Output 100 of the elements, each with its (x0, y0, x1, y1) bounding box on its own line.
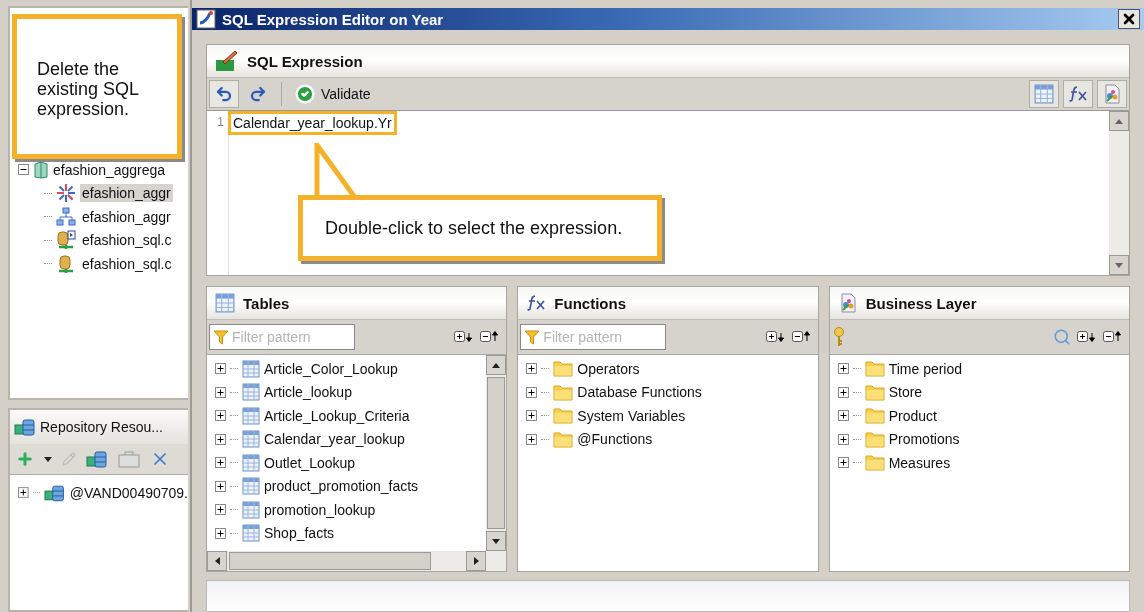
horizontal-scrollbar[interactable] (207, 551, 507, 571)
tree-item[interactable]: Time period (888, 360, 963, 377)
validate-button[interactable]: Validate (290, 80, 376, 108)
tree-item[interactable]: Operators (577, 360, 640, 377)
expand-icon[interactable] (215, 480, 226, 492)
tree-item[interactable]: efashion_aggr (80, 207, 173, 226)
tree-item[interactable]: Outlet_Lookup (264, 454, 356, 471)
tree-item[interactable]: Store (888, 384, 923, 401)
collapse-all-icon[interactable] (480, 331, 501, 343)
table-icon (242, 477, 260, 496)
folder-icon (864, 407, 885, 425)
arrow-right-icon[interactable] (473, 557, 479, 565)
fx-icon (1068, 86, 1088, 102)
table-icon (242, 453, 260, 472)
expand-icon[interactable] (18, 487, 29, 499)
callout-text: Double-click to select the expression. (325, 217, 623, 239)
expand-icon[interactable] (215, 527, 226, 539)
tree-item[interactable]: promotion_lookup (264, 501, 376, 518)
panel-title: SQL Expression (247, 52, 363, 70)
filter-field[interactable]: Filter pattern (520, 324, 667, 350)
tree-item[interactable]: Product (888, 407, 937, 424)
folder-icon (864, 430, 885, 448)
arrow-up-icon[interactable] (492, 362, 501, 368)
project-icon (33, 160, 49, 179)
arrow-left-icon[interactable] (214, 557, 220, 565)
expand-all-icon[interactable] (1077, 331, 1097, 343)
tree-item[interactable]: efashion_sql.c (80, 231, 174, 250)
expand-icon[interactable] (837, 410, 849, 422)
tables-toggle-button[interactable] (1029, 80, 1059, 108)
folder-icon (864, 383, 885, 401)
table-icon (242, 406, 260, 425)
tree-item[interactable]: Measures (888, 454, 951, 471)
panel-title: Tables (243, 294, 290, 312)
tree-item[interactable]: efashion_aggrega (53, 161, 166, 178)
collapse-all-icon[interactable] (1103, 331, 1123, 343)
business-layer-icon (1102, 84, 1122, 104)
tree-item[interactable]: efashion_aggr (80, 184, 173, 203)
folder-icon (864, 360, 885, 378)
repository-icon (44, 483, 66, 502)
expand-all-icon[interactable] (765, 331, 786, 343)
table-icon (242, 359, 260, 378)
database-icon (56, 253, 76, 274)
table-icon (242, 500, 260, 519)
folder-icon (553, 407, 574, 425)
table-icon (242, 430, 260, 449)
filter-icon (524, 329, 541, 345)
functions-toggle-button[interactable] (1063, 80, 1093, 108)
folder-icon (553, 360, 574, 378)
code-text[interactable]: Calendar_year_lookup.Yr (231, 114, 394, 132)
repository-icon (86, 450, 108, 468)
filter-field[interactable]: Filter pattern (209, 324, 355, 350)
arrow-down-icon[interactable] (492, 538, 501, 544)
expand-icon[interactable] (837, 386, 849, 398)
tree-item[interactable]: product_promotion_facts (264, 478, 419, 495)
tree-item[interactable]: Article_lookup (264, 384, 352, 401)
star-burst-icon (56, 183, 76, 204)
repository-icon (14, 418, 36, 436)
expand-icon[interactable] (837, 433, 849, 445)
expand-icon[interactable] (526, 386, 538, 398)
expand-icon[interactable] (526, 410, 538, 422)
expand-icon[interactable] (837, 363, 849, 375)
line-number: 1 (216, 115, 224, 129)
expand-icon[interactable] (215, 504, 226, 516)
tree-item[interactable]: Shop_facts (264, 525, 335, 542)
expand-icon[interactable] (526, 363, 538, 375)
dropdown-caret-icon[interactable] (44, 456, 52, 462)
undo-button[interactable] (209, 80, 239, 108)
tree-item[interactable]: Article_Color_Lookup (264, 360, 398, 377)
scrollbar[interactable] (486, 355, 507, 551)
expand-icon[interactable] (215, 433, 226, 445)
expand-all-icon[interactable] (454, 331, 475, 343)
tree-item[interactable]: Article_Lookup_Criteria (264, 407, 410, 424)
tree-item[interactable]: Calendar_year_lookup (264, 431, 405, 448)
tree-item[interactable]: System Variables (577, 407, 686, 424)
check-icon[interactable] (295, 84, 315, 104)
expand-icon[interactable] (526, 433, 538, 445)
panel-title: Repository Resou... (40, 419, 163, 435)
expand-icon[interactable] (215, 457, 226, 469)
folder-icon (864, 454, 885, 472)
tree-item[interactable]: Database Functions (577, 384, 702, 401)
table-icon (242, 524, 260, 543)
tree-item[interactable]: @VAND00490709. (69, 484, 188, 501)
expand-icon[interactable] (215, 363, 226, 375)
table-icon (242, 383, 260, 402)
tree-item[interactable]: efashion_sql.c (80, 254, 174, 273)
folder-icon (553, 383, 574, 401)
panel-title: Business Layer (865, 294, 977, 312)
tree-item[interactable]: @Functions (577, 431, 653, 448)
table-icon (1034, 84, 1054, 104)
fx-icon (526, 295, 547, 311)
tree-item[interactable]: Promotions (888, 431, 960, 448)
business-layer-toggle-button[interactable] (1097, 80, 1127, 108)
expand-icon[interactable] (837, 457, 849, 469)
expand-icon[interactable] (215, 410, 226, 422)
collapse-all-icon[interactable] (791, 331, 812, 343)
redo-icon[interactable] (249, 85, 267, 103)
window-title: SQL Expression Editor on Year (222, 10, 444, 28)
undo-icon[interactable] (215, 85, 233, 103)
collapse-icon[interactable] (18, 164, 29, 176)
expand-icon[interactable] (215, 386, 226, 398)
